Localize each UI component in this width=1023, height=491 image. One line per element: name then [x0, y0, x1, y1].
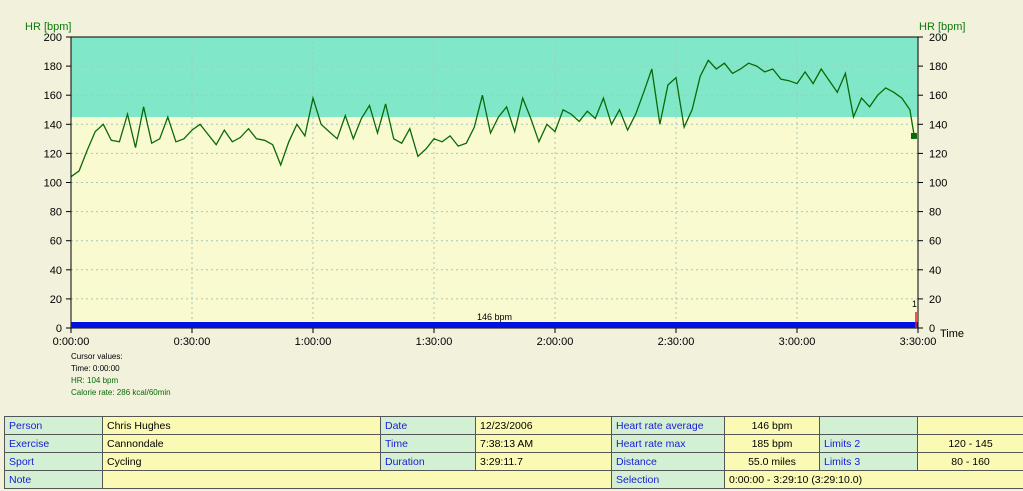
y-tick-label-right: 120 — [929, 148, 947, 160]
hr-end-point — [910, 132, 917, 139]
average-hr-bar — [71, 322, 918, 328]
y-tick-label-left: 100 — [44, 178, 62, 190]
empty-label — [819, 416, 918, 435]
y-tick-label-left: 60 — [50, 236, 62, 248]
y-tick-label-right: 20 — [929, 294, 941, 306]
y-tick-label-right: 0 — [929, 323, 935, 335]
y-tick-label-right: 140 — [929, 119, 947, 131]
y-tick-label-right: 200 — [929, 32, 947, 44]
y-tick-label-left: 160 — [44, 90, 62, 102]
upper-hr-zone — [71, 37, 918, 118]
distance-value[interactable]: 55.0 miles — [724, 452, 820, 471]
exercise-value[interactable]: Cannondale — [102, 434, 381, 453]
x-tick-label: 0:30:00 — [174, 336, 211, 348]
note-value[interactable] — [102, 470, 612, 489]
date-label: Date — [380, 416, 476, 435]
y-tick-label-right: 100 — [929, 178, 947, 190]
y-tick-label-right: 160 — [929, 90, 947, 102]
date-value[interactable]: 12/23/2006 — [475, 416, 612, 435]
sport-label: Sport — [4, 452, 103, 471]
note-label: Note — [4, 470, 103, 489]
y-tick-label-left: 180 — [44, 61, 62, 73]
selection-marker-label: 1 — [912, 299, 917, 309]
average-hr-label: 146 bpm — [477, 312, 512, 322]
limits3-label: Limits 3 — [819, 452, 918, 471]
exercise-label: Exercise — [4, 434, 103, 453]
lower-hr-zone — [71, 117, 918, 329]
heart-rate-chart[interactable]: 0 0 20 20 40 40 60 60 80 80 100 100 120 120 140 140 160 1… — [0, 0, 1023, 410]
exercise-info-table: Person Chris Hughes Date 12/23/2006 Hear… — [4, 416, 1023, 489]
cursor-title: Cursor values: — [71, 352, 123, 361]
hr-average-label: Heart rate average — [611, 416, 725, 435]
y-tick-label-left: 200 — [44, 32, 62, 44]
person-label: Person — [4, 416, 103, 435]
limits2-value[interactable]: 120 - 145 — [917, 434, 1023, 453]
selection-value: 0:00:00 - 3:29:10 (3:29:10.0) — [724, 470, 1023, 489]
table-row: Sport Cycling Duration 3:29:11.7 Distanc… — [4, 452, 1023, 471]
x-tick-label: 1:30:00 — [416, 336, 453, 348]
cursor-hr: HR: 104 bpm — [71, 376, 119, 385]
x-tick-label: 3:00:00 — [779, 336, 816, 348]
y-tick-label-right: 180 — [929, 61, 947, 73]
y-tick-label-right: 60 — [929, 236, 941, 248]
y-axis-label-right: HR [bpm] — [919, 21, 965, 33]
x-tick-label: 3:30:00 — [900, 336, 937, 348]
cursor-values-panel: Cursor values: Time: 0:00:00 HR: 104 bpm… — [71, 351, 171, 399]
limits2-label: Limits 2 — [819, 434, 918, 453]
time-label: Time — [380, 434, 476, 453]
hr-average-value: 146 bpm — [724, 416, 820, 435]
x-tick-label: 1:00:00 — [295, 336, 332, 348]
hr-max-label: Heart rate max — [611, 434, 725, 453]
x-tick-label: 2:30:00 — [658, 336, 695, 348]
distance-label: Distance — [611, 452, 725, 471]
time-value[interactable]: 7:38:13 AM — [475, 434, 612, 453]
y-tick-label-left: 0 — [56, 323, 62, 335]
x-tick-label: 0:00:00 — [53, 336, 90, 348]
x-axis-label: Time — [940, 328, 964, 340]
y-tick-label-left: 80 — [50, 207, 62, 219]
selection-label: Selection — [611, 470, 725, 489]
y-tick-label-left: 140 — [44, 119, 62, 131]
table-row: Note Selection 0:00:00 - 3:29:10 (3:29:1… — [4, 470, 1023, 489]
duration-label: Duration — [380, 452, 476, 471]
person-value[interactable]: Chris Hughes — [102, 416, 381, 435]
y-tick-label-left: 20 — [50, 294, 62, 306]
limits3-value[interactable]: 80 - 160 — [917, 452, 1023, 471]
x-tick-label: 2:00:00 — [537, 336, 574, 348]
sport-value[interactable]: Cycling — [102, 452, 381, 471]
y-tick-label-left: 120 — [44, 148, 62, 160]
cursor-time: Time: 0:00:00 — [71, 364, 120, 373]
y-tick-label-left: 40 — [50, 265, 62, 277]
y-axis-label-left: HR [bpm] — [25, 21, 71, 33]
table-row: Exercise Cannondale Time 7:38:13 AM Hear… — [4, 434, 1023, 453]
hr-max-value: 185 bpm — [724, 434, 820, 453]
y-tick-label-right: 80 — [929, 207, 941, 219]
cursor-calorie: Calorie rate: 286 kcal/60min — [71, 388, 171, 397]
table-row: Person Chris Hughes Date 12/23/2006 Hear… — [4, 416, 1023, 435]
y-tick-label-right: 40 — [929, 265, 941, 277]
empty-value — [917, 416, 1023, 435]
duration-value: 3:29:11.7 — [475, 452, 612, 471]
